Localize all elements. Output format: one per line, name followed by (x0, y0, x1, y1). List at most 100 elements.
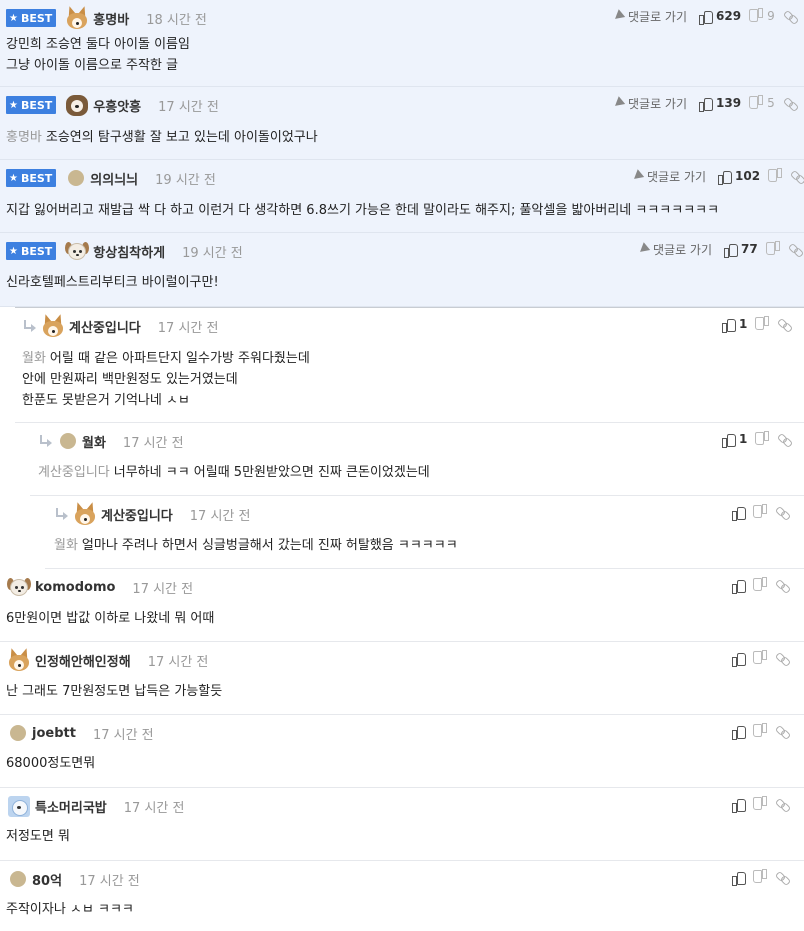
timestamp: 17 시간 전 (92, 727, 154, 743)
comment-actions: 댓글로 가기 139 5 (611, 94, 798, 112)
share-link-icon[interactable] (776, 578, 790, 592)
comment-text: 강민희 조승연 둘다 아이돌 이름임 (6, 37, 190, 52)
comment-text-line: 그냥 아이돌 이름으로 주작한 글 (6, 55, 190, 76)
author-name[interactable]: 80억 (32, 870, 62, 889)
author-name[interactable]: komodomo (35, 580, 115, 595)
upvote-count: 1 (739, 317, 748, 331)
downvote-button[interactable] (754, 579, 767, 592)
comment-item: ★ BEST 우흥앗흥 17 시간 전 댓글로 가기 139 5 홍명바 조승연의 탐구생활 잘… (0, 87, 804, 160)
send-arrow-icon (636, 242, 651, 256)
comment-text-line: 난 그래도 7만원정도면 납득은 가능할듯 (6, 681, 222, 702)
best-badge: ★ BEST (6, 242, 57, 260)
upvote-count: 102 (735, 169, 761, 183)
downvote-button[interactable]: 9 (750, 9, 775, 23)
author-name[interactable]: 인정해안해인정해 (35, 651, 131, 670)
upvote-button[interactable]: 77 (724, 242, 758, 258)
avatar[interactable] (6, 575, 32, 599)
share-link-icon[interactable] (776, 797, 790, 811)
comment-text: 저정도면 뭐 (6, 829, 70, 844)
avatar[interactable] (64, 5, 90, 30)
best-label: BEST (20, 244, 53, 258)
timestamp: 19 시간 전 (155, 172, 216, 188)
upvote-button[interactable]: 1 (722, 317, 748, 333)
upvote-button[interactable]: 102 (718, 169, 761, 185)
mention-name[interactable]: 월화 (54, 538, 78, 553)
downvote-button[interactable] (754, 506, 767, 519)
author-name[interactable]: 홍명바 (93, 9, 129, 28)
comment-actions (732, 868, 790, 886)
share-link-icon[interactable] (791, 169, 804, 183)
avatar[interactable] (64, 239, 90, 263)
author-name[interactable]: joebtt (32, 726, 76, 741)
share-link-icon[interactable] (778, 317, 792, 331)
downvote-button[interactable] (756, 433, 769, 446)
goto-comment-link[interactable]: 댓글로 가기 (611, 95, 687, 112)
author-name[interactable]: 계산중입니다 (101, 505, 173, 524)
upvote-button[interactable] (732, 506, 746, 521)
timestamp: 17 시간 전 (123, 800, 185, 816)
upvote-button[interactable] (732, 871, 746, 886)
downvote-button[interactable] (754, 798, 767, 811)
downvote-button[interactable] (756, 318, 769, 331)
avatar[interactable] (6, 647, 32, 672)
avatar[interactable] (60, 433, 76, 449)
author-name[interactable]: 계산중입니다 (69, 317, 141, 336)
avatar[interactable] (10, 725, 26, 741)
downvote-button[interactable] (769, 170, 782, 183)
upvote-button[interactable] (732, 725, 746, 740)
avatar-face (68, 243, 87, 260)
mention-name[interactable]: 월화 (22, 351, 46, 366)
thumbs-up-icon (699, 10, 714, 25)
upvote-button[interactable] (732, 652, 746, 667)
share-link-icon[interactable] (789, 242, 803, 256)
thumbs-down-icon (754, 652, 767, 665)
avatar[interactable] (10, 871, 26, 887)
share-link-icon[interactable] (776, 870, 790, 884)
downvote-button[interactable] (767, 243, 780, 256)
share-link-icon[interactable] (778, 432, 792, 446)
mention-name[interactable]: 계산중입니다 (38, 465, 110, 480)
upvote-button[interactable]: 629 (699, 9, 741, 25)
reply-arrow-icon (54, 507, 68, 521)
goto-comment-link[interactable]: 댓글로 가기 (636, 241, 712, 258)
upvote-button[interactable] (732, 798, 746, 813)
goto-comment-label: 댓글로 가기 (647, 169, 707, 184)
author-name[interactable]: 항상침착하게 (93, 242, 165, 261)
upvote-button[interactable]: 139 (699, 96, 741, 112)
avatar[interactable] (68, 170, 85, 186)
avatar[interactable] (72, 501, 98, 526)
author-name[interactable]: 특소머리국밥 (35, 797, 107, 816)
comment-header: 월화 17 시간 전 (38, 430, 184, 452)
downvote-button[interactable]: 5 (750, 96, 775, 110)
author-name[interactable]: 월화 (82, 432, 106, 451)
avatar[interactable] (40, 313, 66, 338)
comment-text: 지갑 잃어버리고 재발급 싹 다 하고 이런거 다 생각하면 6.8쓰기 가능은… (6, 203, 720, 218)
downvote-button[interactable] (754, 652, 767, 665)
share-link-icon[interactable] (776, 724, 790, 738)
share-link-icon[interactable] (776, 651, 790, 665)
upvote-button[interactable] (732, 579, 746, 594)
thumbs-down-icon (756, 433, 769, 446)
author-name[interactable]: 우흥앗흥 (93, 96, 141, 115)
avatar[interactable] (6, 794, 32, 818)
avatar[interactable] (64, 93, 90, 117)
mention-name[interactable]: 홍명바 (6, 130, 42, 145)
downvote-button[interactable] (754, 871, 767, 884)
goto-comment-link[interactable]: 댓글로 가기 (630, 168, 707, 185)
comment-text-line: 안에 만원짜리 백만원정도 있는거였는데 (22, 369, 310, 390)
share-link-icon[interactable] (776, 505, 790, 519)
downvote-button[interactable] (754, 725, 767, 738)
star-icon: ★ (9, 245, 18, 257)
comment-text: 난 그래도 7만원정도면 납득은 가능할듯 (6, 684, 223, 699)
author-name[interactable]: 의의늬늬 (90, 169, 138, 188)
send-arrow-icon (630, 169, 645, 183)
reply-arrow-icon (22, 319, 36, 333)
thumbs-down-icon (750, 10, 763, 23)
avatar-face (8, 796, 30, 817)
share-link-icon[interactable] (784, 96, 798, 110)
comment-text: 신라호텔페스트리부티크 바이럴이구만! (6, 275, 219, 290)
goto-comment-link[interactable]: 댓글로 가기 (611, 8, 687, 25)
share-link-icon[interactable] (784, 9, 798, 23)
comment-actions: 1 (722, 430, 792, 448)
upvote-button[interactable]: 1 (722, 432, 747, 448)
